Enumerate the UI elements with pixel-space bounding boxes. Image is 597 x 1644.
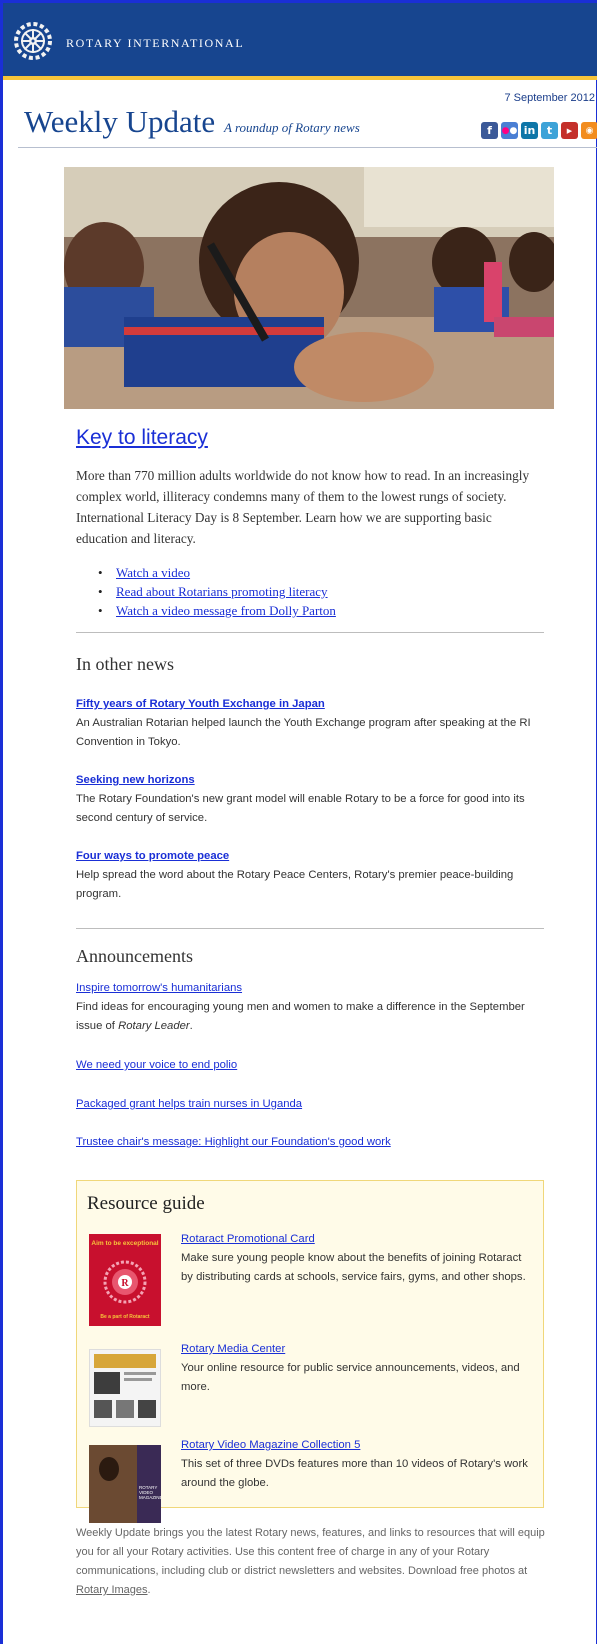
announcements-heading: Announcements	[76, 946, 193, 966]
resource-desc: Your online resource for public service …	[181, 1362, 520, 1393]
thumbnail-banner	[94, 1354, 156, 1368]
news-item-link[interactable]: Seeking new horizons	[76, 774, 195, 786]
feature-links: Watch a video Read about Rotarians promo…	[98, 563, 336, 620]
issue-date: 7 September 2012	[504, 92, 595, 104]
news-item-link[interactable]: Fifty years of Rotary Youth Exchange in …	[76, 698, 325, 710]
linkedin-icon[interactable]: in	[521, 122, 538, 139]
masthead-gold-stripe	[3, 76, 597, 80]
newsletter-subtitle: A roundup of Rotary news	[224, 120, 360, 135]
thumbnail-text: Be a part of Rotaract	[100, 1314, 150, 1320]
rotary-images-link[interactable]: Rotary Images	[76, 1584, 148, 1596]
rss-icon[interactable]: ◉	[581, 122, 597, 139]
resource-link[interactable]: Rotary Media Center	[181, 1343, 285, 1355]
resource-guide-heading: Resource guide	[87, 1193, 205, 1214]
section-divider	[76, 928, 544, 929]
video-magazine-thumbnail[interactable]: ROTARY VIDEO MAGAZINE	[89, 1445, 161, 1523]
rotarians-literacy-link[interactable]: Read about Rotarians promoting literacy	[98, 582, 336, 601]
section-divider	[76, 632, 544, 633]
announcement-link[interactable]: Packaged grant helps train nurses in Uga…	[76, 1098, 302, 1110]
feature-title-link[interactable]: Key to literacy	[76, 426, 208, 450]
thumbnail-line	[124, 1378, 152, 1381]
rotary-wheel-icon[interactable]	[12, 20, 54, 62]
header-divider	[18, 147, 597, 148]
thumbnail-tile	[116, 1400, 134, 1418]
brand-name: ROTARY INTERNATIONAL	[66, 36, 245, 50]
watch-video-link[interactable]: Watch a video	[98, 563, 336, 582]
flickr-icon[interactable]: ● ●	[501, 122, 518, 139]
footer-text: Weekly Update brings you the latest Rota…	[76, 1527, 545, 1596]
thumbnail-text: Aim to be exceptional	[91, 1240, 159, 1247]
news-item-link[interactable]: Four ways to promote peace	[76, 850, 229, 862]
news-item-desc: An Australian Rotarian helped launch the…	[76, 717, 531, 748]
thumbnail-text: ROTARY VIDEO MAGAZINE	[139, 1485, 161, 1500]
facebook-icon[interactable]: f	[481, 122, 498, 139]
news-item-desc: Help spread the word about the Rotary Pe…	[76, 869, 514, 900]
social-links: f ● ● in t ▶ ◉	[481, 122, 597, 139]
other-news-heading: In other news	[76, 654, 174, 674]
announcement-link[interactable]: Inspire tomorrow's humanitarians	[76, 982, 242, 994]
thumbnail-tile	[94, 1372, 120, 1394]
newsletter-title: Weekly Update	[24, 104, 216, 139]
announcement-desc: Find ideas for encouraging young men and…	[76, 1001, 525, 1032]
resource-desc: This set of three DVDs features more tha…	[181, 1458, 528, 1489]
youtube-icon[interactable]: ▶	[561, 122, 578, 139]
hero-photo[interactable]	[64, 167, 554, 409]
announcement-link[interactable]: Trustee chair's message: Highlight our F…	[76, 1136, 391, 1148]
classroom-photo	[64, 167, 554, 409]
news-item-desc: The Rotary Foundation's new grant model …	[76, 793, 525, 824]
thumbnail-tile	[138, 1400, 156, 1418]
thumbnail-tile	[94, 1400, 112, 1418]
feature-body: More than 770 million adults worldwide d…	[76, 468, 530, 546]
thumbnail-photo	[89, 1445, 137, 1523]
resource-link[interactable]: Rotaract Promotional Card	[181, 1233, 315, 1245]
rotaract-card-thumbnail[interactable]: Aim to be exceptional R Be a part of Rot…	[89, 1234, 161, 1326]
thumbnail-line	[124, 1372, 156, 1375]
twitter-icon[interactable]: t	[541, 122, 558, 139]
resource-link[interactable]: Rotary Video Magazine Collection 5	[181, 1439, 360, 1451]
dolly-parton-video-link[interactable]: Watch a video message from Dolly Parton	[98, 601, 336, 620]
media-center-thumbnail[interactable]	[89, 1349, 161, 1427]
resource-guide-box: Resource guide Aim to be exceptional R B…	[76, 1180, 544, 1523]
svg-text:R: R	[121, 1278, 129, 1289]
announcement-link[interactable]: We need your voice to end polio	[76, 1059, 237, 1071]
rotaract-wheel-icon: R	[103, 1260, 147, 1304]
resource-desc: Make sure young people know about the be…	[181, 1252, 526, 1283]
thumbnail-photo	[99, 1457, 119, 1481]
